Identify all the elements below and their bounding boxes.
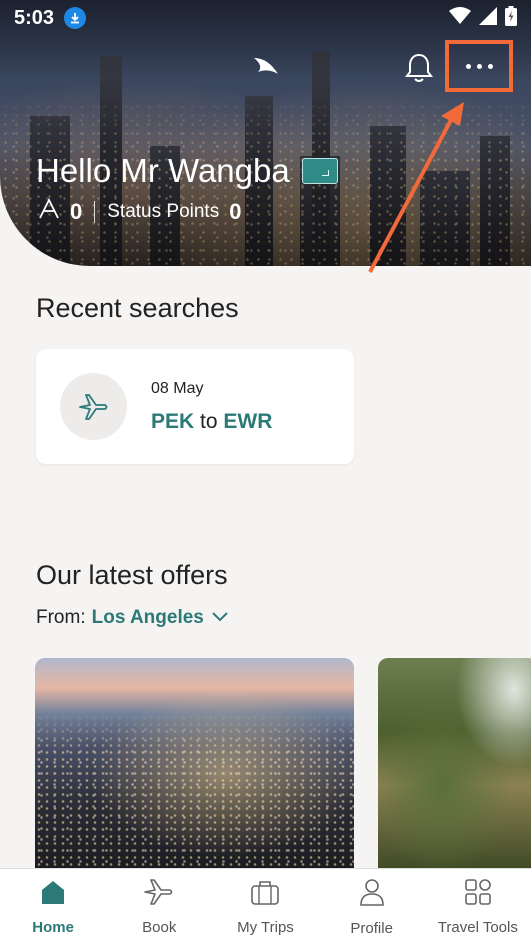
chevron-down-icon[interactable] [210, 607, 230, 629]
route-connector: to [200, 409, 218, 433]
more-options-button[interactable] [445, 40, 513, 92]
download-icon [64, 7, 87, 29]
nav-home-label: Home [32, 918, 74, 936]
nav-book[interactable]: Book [106, 878, 212, 936]
membership-card-icon[interactable] [301, 158, 338, 184]
battery-icon [505, 5, 517, 31]
nav-book-label: Book [142, 918, 177, 936]
status-time: 5:03 [14, 6, 55, 29]
recent-search-route: PEK to EWR [151, 410, 272, 434]
notifications-bell-icon[interactable] [404, 52, 434, 89]
from-label: From: [36, 607, 86, 628]
home-icon [39, 878, 67, 911]
plane-icon [143, 878, 175, 911]
nav-my-trips[interactable]: My Trips [212, 878, 318, 936]
nav-travel-tools-label: Travel Tools [437, 918, 518, 936]
wifi-icon [449, 6, 471, 30]
status-points-value: 0 [229, 199, 242, 224]
plane-icon [60, 373, 127, 440]
greeting: Hello Mr Wangba [36, 152, 338, 190]
origin-code: PEK [151, 409, 195, 433]
from-city[interactable]: Los Angeles [92, 607, 204, 629]
status-points-label: Status Points [107, 201, 220, 222]
airline-logo-icon [248, 52, 282, 91]
from-selector[interactable]: From: Los Angeles [36, 607, 230, 629]
recent-search-date: 08 May [151, 379, 204, 397]
points-summary: 0 Status Points 0 [38, 197, 242, 226]
status-bar: 5:03 [0, 0, 531, 36]
asia-miles-icon [38, 197, 60, 226]
person-icon [358, 877, 386, 912]
more-dots-icon [465, 63, 471, 69]
offer-card-second[interactable] [378, 658, 531, 870]
nav-profile-label: Profile [350, 919, 393, 937]
nav-travel-tools[interactable]: Travel Tools [425, 878, 531, 936]
destination-code: EWR [223, 409, 273, 433]
divider [94, 201, 96, 223]
offers-title: Our latest offers [36, 560, 228, 590]
offer-card-hong-kong[interactable] [35, 658, 354, 870]
grid-icon [464, 878, 492, 911]
nav-profile[interactable]: Profile [319, 877, 425, 937]
recent-searches-title: Recent searches [36, 293, 239, 323]
asia-miles-value: 0 [70, 199, 83, 224]
briefcase-icon [250, 878, 280, 911]
greeting-text: Hello Mr Wangba [36, 152, 290, 189]
recent-search-card[interactable]: 08 May PEK to EWR [36, 349, 354, 464]
signal-icon [479, 6, 497, 30]
nav-home[interactable]: Home [0, 878, 106, 936]
nav-my-trips-label: My Trips [237, 918, 294, 936]
bottom-navigation: Home Book My Trips Profile Travel Tools [0, 868, 531, 944]
